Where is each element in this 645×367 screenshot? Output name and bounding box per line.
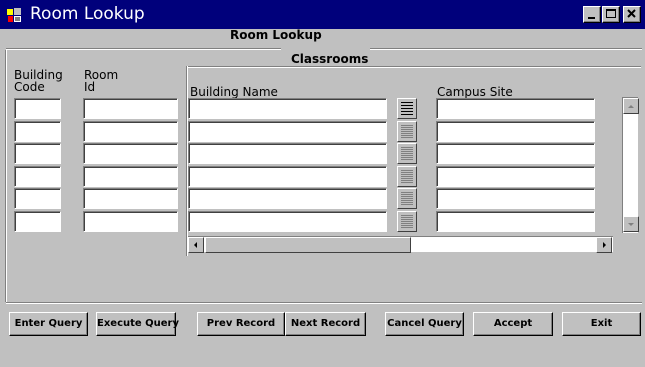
cancel-query-button[interactable]: Cancel Query (385, 312, 464, 336)
maximize-icon (606, 9, 616, 18)
next-record-button[interactable]: Next Record (285, 312, 366, 336)
minimize-icon (588, 17, 595, 19)
prev-record-button[interactable]: Prev Record (197, 312, 285, 336)
scroll-left-button[interactable] (188, 237, 204, 253)
arrow-right-icon (603, 242, 606, 248)
building-name-field[interactable] (188, 211, 387, 232)
building-code-field[interactable] (14, 211, 61, 232)
room-id-field[interactable] (83, 121, 178, 142)
execute-query-button[interactable]: Execute Query (96, 312, 179, 336)
button-bar-divider (6, 302, 642, 304)
campus-site-field[interactable] (436, 166, 595, 187)
building-name-field[interactable] (188, 188, 387, 209)
campus-site-label: Campus Site (437, 85, 513, 99)
room-id-field[interactable] (83, 188, 178, 209)
room-id-field[interactable] (83, 98, 178, 119)
building-name-field[interactable] (188, 143, 387, 164)
building-name-field[interactable] (188, 121, 387, 142)
divider-left (6, 48, 281, 50)
classrooms-block-title: Classrooms (291, 52, 369, 66)
building-name-field[interactable] (188, 98, 387, 119)
form-heading: Room Lookup (230, 28, 322, 42)
list-of-values-button[interactable] (397, 166, 417, 187)
maximize-button[interactable] (602, 6, 620, 23)
scroll-down-button[interactable] (623, 216, 639, 232)
block-frame-top (188, 66, 641, 68)
horizontal-scroll-thumb[interactable] (205, 237, 411, 253)
arrow-up-icon (628, 105, 634, 108)
building-name-field[interactable] (188, 166, 387, 187)
accept-button[interactable]: Accept (473, 312, 553, 336)
list-of-values-button[interactable] (397, 188, 417, 209)
campus-site-field[interactable] (436, 98, 595, 119)
list-of-values-button[interactable] (397, 121, 417, 142)
building-code-field[interactable] (14, 98, 61, 119)
building-code-field[interactable] (14, 121, 61, 142)
campus-site-field[interactable] (436, 121, 595, 142)
scroll-up-button[interactable] (623, 98, 639, 114)
campus-site-field[interactable] (436, 143, 595, 164)
enter-query-button[interactable]: Enter Query (9, 312, 88, 336)
list-of-values-button[interactable] (397, 211, 417, 232)
app-icon (6, 7, 23, 24)
list-of-values-button[interactable] (397, 98, 417, 119)
scroll-right-button[interactable] (596, 237, 612, 253)
building-code-label-2: Code (14, 80, 45, 94)
list-of-values-button[interactable] (397, 143, 417, 164)
arrow-down-icon (628, 223, 634, 226)
room-id-field[interactable] (83, 143, 178, 164)
horizontal-scrollbar[interactable] (188, 236, 613, 253)
close-button[interactable] (623, 6, 641, 23)
close-icon (627, 9, 636, 18)
vertical-scrollbar[interactable] (622, 97, 639, 233)
building-code-field[interactable] (14, 143, 61, 164)
arrow-left-icon (194, 242, 197, 248)
exit-button[interactable]: Exit (562, 312, 641, 336)
frame-left (5, 50, 7, 302)
room-id-label-2: Id (84, 80, 96, 94)
title-bar: Room Lookup (0, 0, 645, 29)
campus-site-field[interactable] (436, 211, 595, 232)
building-code-field[interactable] (14, 188, 61, 209)
building-code-field[interactable] (14, 166, 61, 187)
window-title: Room Lookup (30, 4, 145, 24)
minimize-button[interactable] (583, 6, 601, 23)
campus-site-field[interactable] (436, 188, 595, 209)
divider-right (370, 48, 642, 50)
room-id-field[interactable] (83, 211, 178, 232)
building-name-label: Building Name (190, 85, 278, 99)
room-id-field[interactable] (83, 166, 178, 187)
